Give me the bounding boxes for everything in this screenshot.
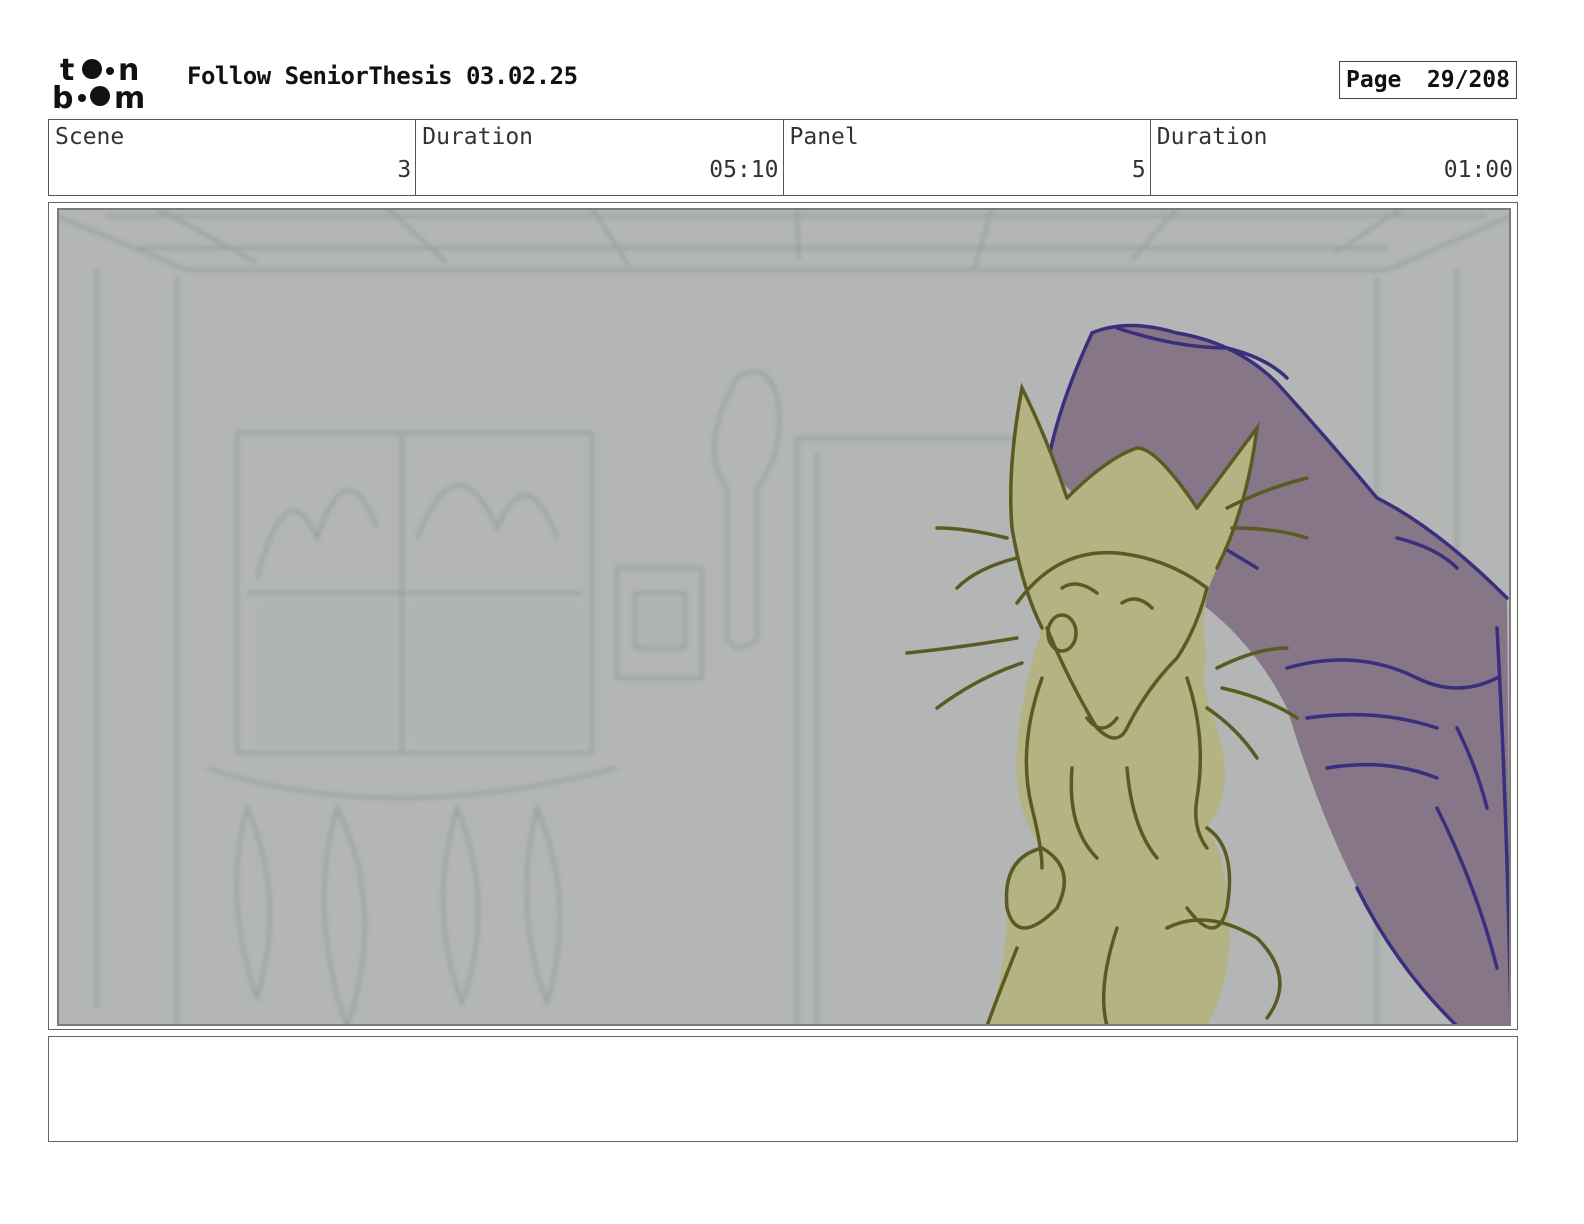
toonboom-logo: t n b m [52, 53, 145, 112]
panel-info-bar: Scene 3 Duration 05:10 Panel 5 Duration … [48, 119, 1518, 196]
page-number: 29/208 [1426, 67, 1510, 93]
svg-text:m: m [114, 81, 145, 112]
scene-label: Scene [55, 124, 125, 150]
panel-notes-area[interactable] [48, 1036, 1518, 1142]
panel-drawing [57, 208, 1511, 1026]
scene-duration-value: 05:10 [709, 157, 779, 183]
panel-cell: Panel 5 [784, 120, 1151, 195]
scene-cell: Scene 3 [49, 120, 417, 195]
page-label: Page [1346, 67, 1402, 93]
scene-value: 3 [397, 157, 412, 183]
panel-duration-value: 01:00 [1443, 157, 1513, 183]
page-indicator: Page 29/208 [1339, 61, 1517, 99]
svg-text:b: b [52, 81, 73, 112]
panel-duration-cell: Duration 01:00 [1151, 120, 1517, 195]
panel-label: Panel [789, 124, 859, 150]
panel-duration-label: Duration [1156, 124, 1268, 150]
storyboard-panel [48, 202, 1518, 1030]
scene-duration-cell: Duration 05:10 [416, 120, 784, 195]
scene-duration-label: Duration [422, 124, 534, 150]
panel-value: 5 [1131, 157, 1146, 183]
project-title: Follow SeniorThesis 03.02.25 [187, 62, 578, 90]
